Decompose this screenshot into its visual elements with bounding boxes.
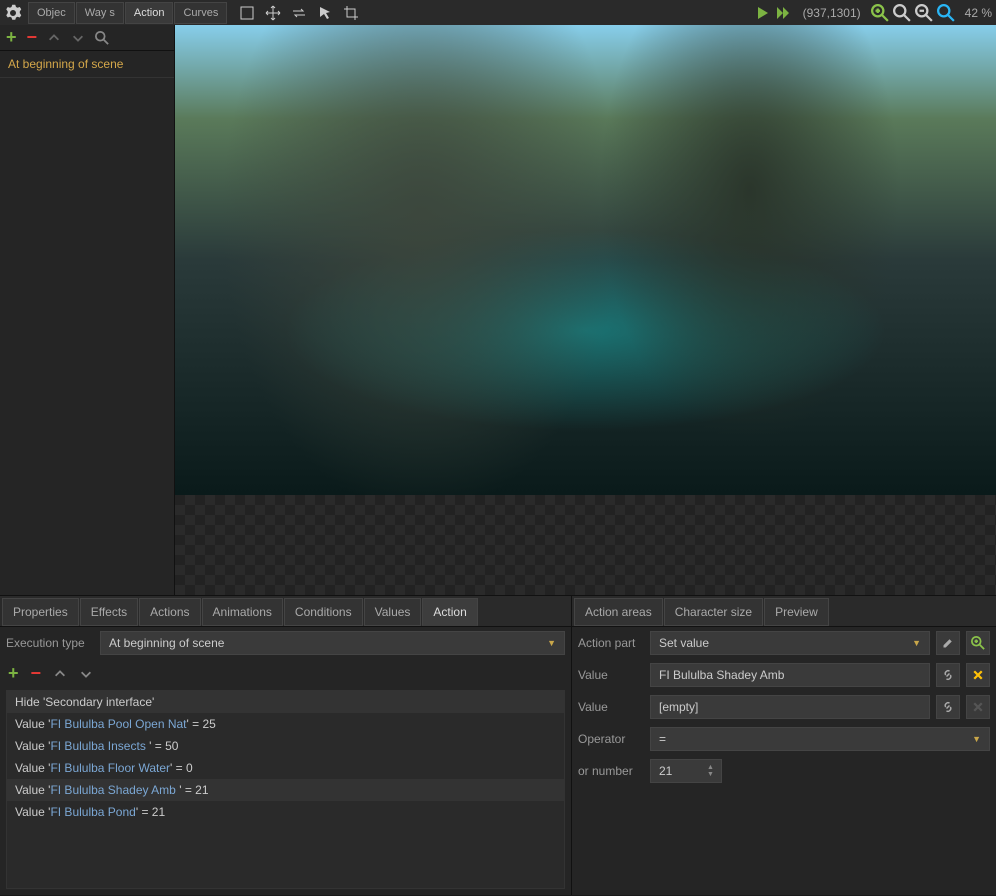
transform-tools bbox=[238, 4, 360, 22]
select-tool-icon[interactable] bbox=[238, 4, 256, 22]
play-button[interactable] bbox=[755, 5, 771, 21]
tab-preview[interactable]: Preview bbox=[764, 598, 829, 626]
action-list[interactable]: Hide 'Secondary interface' Value 'FI Bul… bbox=[6, 690, 565, 889]
list-item[interactable]: Value 'FI Bululba Shadey Amb ' = 21 bbox=[7, 779, 564, 801]
value1-label: Value bbox=[578, 668, 644, 682]
crop-tool-icon[interactable] bbox=[342, 4, 360, 22]
action-part-label: Action part bbox=[578, 636, 644, 650]
tab-character-size[interactable]: Character size bbox=[664, 598, 763, 626]
chevron-down-icon: ▼ bbox=[912, 638, 921, 648]
tab-action-areas[interactable]: Action areas bbox=[574, 598, 663, 626]
action-list-tools: + − bbox=[0, 659, 571, 688]
clear-button[interactable] bbox=[966, 663, 990, 687]
chevron-down-icon: ▼ bbox=[972, 734, 981, 744]
number-input[interactable]: 21 ▲▼ bbox=[650, 759, 722, 783]
mode-tab-actions[interactable]: Action bbox=[125, 2, 174, 24]
mode-tab-objects[interactable]: Objec bbox=[28, 2, 75, 24]
link-button[interactable] bbox=[936, 663, 960, 687]
tab-effects[interactable]: Effects bbox=[80, 598, 138, 626]
edit-button[interactable] bbox=[936, 631, 960, 655]
pointer-tool-icon[interactable] bbox=[316, 4, 334, 22]
move-tool-icon[interactable] bbox=[264, 4, 282, 22]
move-down-icon[interactable] bbox=[79, 667, 93, 681]
operator-value: = bbox=[659, 732, 666, 746]
list-item[interactable]: Value 'FI Bululba Insects ' = 50 bbox=[7, 735, 564, 757]
tab-conditions[interactable]: Conditions bbox=[284, 598, 363, 626]
value1-input[interactable]: FI Bululba Shadey Amb bbox=[650, 663, 930, 687]
chevron-up-icon[interactable] bbox=[47, 31, 61, 45]
search-icon[interactable] bbox=[95, 31, 109, 45]
operator-label: Operator bbox=[578, 732, 644, 746]
chevron-down-icon: ▼ bbox=[547, 638, 556, 648]
zoom-fit-icon[interactable] bbox=[937, 4, 955, 22]
top-toolbar: Objec Way s Action Curves (937,1301) 42 … bbox=[0, 0, 996, 25]
list-item[interactable]: Value 'FI Bululba Pond' = 21 bbox=[7, 801, 564, 823]
exec-type-label: Execution type bbox=[6, 636, 94, 650]
action-sidebar: + − At beginning of scene bbox=[0, 25, 175, 595]
remove-icon[interactable]: − bbox=[27, 27, 38, 48]
zoom-reset-icon[interactable] bbox=[893, 4, 911, 22]
zoom-out-icon[interactable] bbox=[915, 4, 933, 22]
tab-values[interactable]: Values bbox=[364, 598, 422, 626]
add-icon[interactable]: + bbox=[6, 27, 17, 48]
add-action-icon[interactable]: + bbox=[8, 663, 19, 684]
cursor-coords: (937,1301) bbox=[803, 6, 861, 20]
exec-type-value: At beginning of scene bbox=[109, 636, 224, 650]
tab-animations[interactable]: Animations bbox=[202, 598, 283, 626]
left-tabs: Properties Effects Actions Animations Co… bbox=[0, 596, 571, 627]
gear-icon[interactable] bbox=[4, 4, 22, 22]
zoom-in-icon[interactable] bbox=[871, 4, 889, 22]
link-button-2[interactable] bbox=[936, 695, 960, 719]
sidebar-tools: + − bbox=[0, 25, 174, 51]
number-label: or number bbox=[578, 764, 644, 778]
tab-actions[interactable]: Actions bbox=[139, 598, 200, 626]
swap-tool-icon[interactable] bbox=[290, 4, 308, 22]
list-item[interactable]: Hide 'Secondary interface' bbox=[7, 691, 564, 713]
zoom-controls: 42 % bbox=[871, 4, 992, 22]
move-up-icon[interactable] bbox=[53, 667, 67, 681]
sidebar-item-scene-begin[interactable]: At beginning of scene bbox=[0, 51, 174, 78]
panel-left: Properties Effects Actions Animations Co… bbox=[0, 596, 572, 895]
clear-button-2[interactable] bbox=[966, 695, 990, 719]
zoom-percent: 42 % bbox=[965, 6, 992, 20]
action-part-value: Set value bbox=[659, 636, 709, 650]
list-item[interactable]: Value 'FI Bululba Pool Open Nat' = 25 bbox=[7, 713, 564, 735]
viewport bbox=[175, 25, 996, 595]
play-fast-button[interactable] bbox=[775, 5, 791, 21]
locate-button[interactable] bbox=[966, 631, 990, 655]
remove-action-icon[interactable]: − bbox=[31, 663, 42, 684]
panel-right: Action areas Character size Preview Acti… bbox=[572, 596, 996, 895]
action-part-dropdown[interactable]: Set value ▼ bbox=[650, 631, 930, 655]
chevron-down-icon[interactable] bbox=[71, 31, 85, 45]
exec-type-dropdown[interactable]: At beginning of scene ▼ bbox=[100, 631, 565, 655]
mode-tabs: Objec Way s Action Curves bbox=[28, 2, 228, 24]
viewport-transparent-area bbox=[175, 495, 996, 595]
mode-tab-waysystems[interactable]: Way s bbox=[76, 2, 124, 24]
right-tabs: Action areas Character size Preview bbox=[572, 596, 996, 627]
number-spinner[interactable]: ▲▼ bbox=[707, 760, 719, 782]
mode-tab-curves[interactable]: Curves bbox=[174, 2, 227, 24]
list-item[interactable]: Value 'FI Bululba Floor Water' = 0 bbox=[7, 757, 564, 779]
tab-action[interactable]: Action bbox=[422, 598, 477, 626]
tab-properties[interactable]: Properties bbox=[2, 598, 79, 626]
scene-preview[interactable] bbox=[175, 25, 996, 495]
value2-label: Value bbox=[578, 700, 644, 714]
value2-input[interactable]: [empty] bbox=[650, 695, 930, 719]
operator-dropdown[interactable]: = ▼ bbox=[650, 727, 990, 751]
